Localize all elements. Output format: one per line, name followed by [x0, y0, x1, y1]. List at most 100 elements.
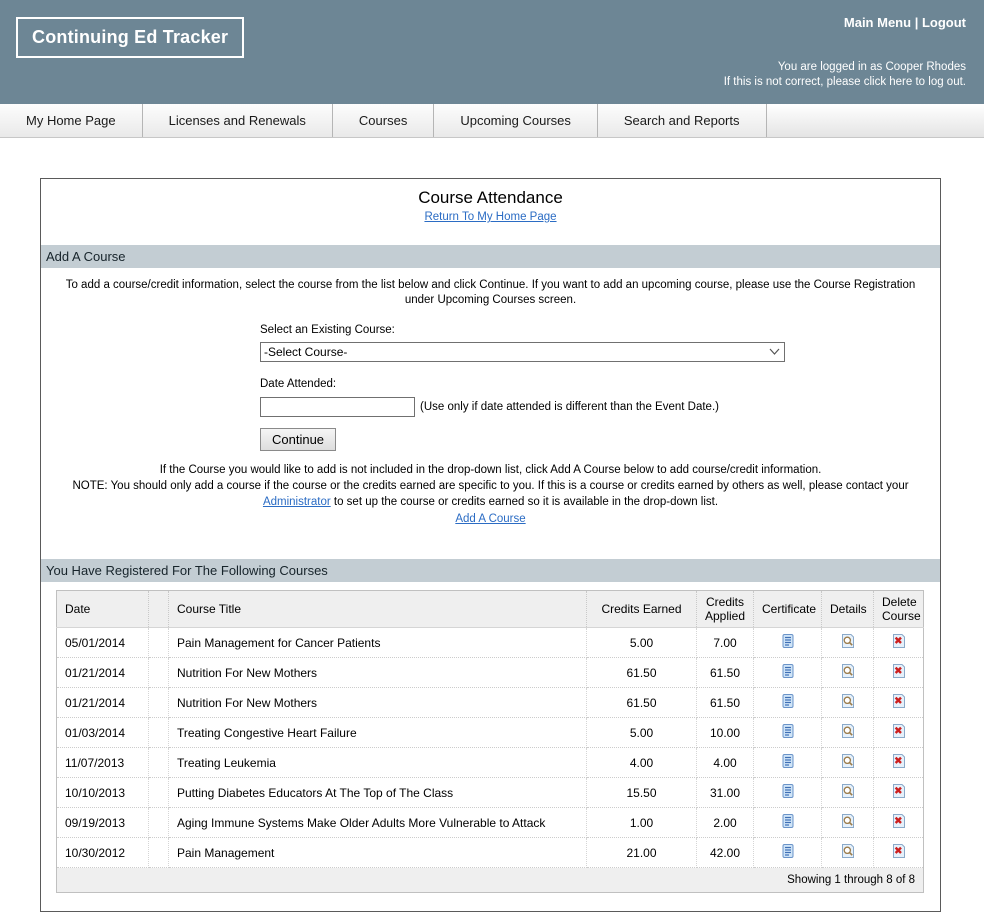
logged-in-user: You are logged in as Cooper Rhodes — [724, 60, 966, 75]
details-icon[interactable] — [840, 813, 856, 829]
add-a-course-link[interactable]: Add A Course — [455, 513, 525, 525]
delete-course-icon[interactable] — [891, 633, 907, 649]
certificate-icon[interactable] — [780, 723, 796, 739]
click-here-link[interactable]: click here — [864, 76, 913, 88]
credits-applied-value: 61.50 — [697, 658, 754, 688]
col-header-certificate: Certificate — [754, 591, 822, 628]
col-header-credits-earned: Credits Earned — [587, 591, 697, 628]
spacer-cell — [149, 808, 169, 838]
logged-in-correction: If this is not correct, please click her… — [724, 75, 966, 90]
delete-course-icon[interactable] — [891, 813, 907, 829]
spacer-cell — [149, 688, 169, 718]
certificate-icon[interactable] — [780, 663, 796, 679]
correction-prefix: If this is not correct, please — [724, 76, 864, 88]
credits-applied-value: 42.00 — [697, 838, 754, 868]
certificate-icon[interactable] — [780, 693, 796, 709]
tab-my-home-page[interactable]: My Home Page — [0, 104, 143, 137]
delete-course-icon[interactable] — [891, 753, 907, 769]
credits-applied-value: 4.00 — [697, 748, 754, 778]
add-course-section-header: Add A Course — [41, 245, 940, 268]
table-row: 01/21/2014 Nutrition For New Mothers 61.… — [57, 688, 924, 718]
course-date: 01/21/2014 — [57, 658, 149, 688]
details-icon[interactable] — [840, 723, 856, 739]
spacer-cell — [149, 838, 169, 868]
details-icon[interactable] — [840, 783, 856, 799]
credits-applied-value: 31.00 — [697, 778, 754, 808]
course-select[interactable]: -Select Course- — [260, 342, 785, 362]
table-row: 09/19/2013 Aging Immune Systems Make Old… — [57, 808, 924, 838]
table-row: 01/03/2014 Treating Congestive Heart Fai… — [57, 718, 924, 748]
credits-earned-value: 5.00 — [587, 718, 697, 748]
add-course-note: If the Course you would like to add is n… — [51, 462, 930, 510]
logout-link[interactable]: Logout — [922, 15, 966, 30]
delete-course-icon[interactable] — [891, 783, 907, 799]
credits-earned-value: 61.50 — [587, 658, 697, 688]
delete-course-icon[interactable] — [891, 843, 907, 859]
return-home-link[interactable]: Return To My Home Page — [424, 211, 556, 223]
course-date: 10/10/2013 — [57, 778, 149, 808]
certificate-icon[interactable] — [780, 633, 796, 649]
credits-earned-value: 15.50 — [587, 778, 697, 808]
content-panel: Course Attendance Return To My Home Page… — [40, 178, 941, 912]
table-row: 05/01/2014 Pain Management for Cancer Pa… — [57, 628, 924, 658]
tab-search-and-reports[interactable]: Search and Reports — [598, 104, 767, 137]
course-date: 05/01/2014 — [57, 628, 149, 658]
course-title: Putting Diabetes Educators At The Top of… — [169, 778, 587, 808]
course-title: Nutrition For New Mothers — [169, 688, 587, 718]
add-course-instructions: To add a course/credit information, sele… — [55, 278, 927, 308]
course-date: 01/21/2014 — [57, 688, 149, 718]
certificate-icon[interactable] — [780, 843, 796, 859]
details-icon[interactable] — [840, 843, 856, 859]
col-header-delete-course: Delete Course — [874, 591, 924, 628]
tab-courses[interactable]: Courses — [333, 104, 434, 137]
details-icon[interactable] — [840, 753, 856, 769]
credits-earned-value: 61.50 — [587, 688, 697, 718]
spacer-cell — [149, 628, 169, 658]
delete-course-icon[interactable] — [891, 723, 907, 739]
details-icon[interactable] — [840, 633, 856, 649]
continue-button[interactable]: Continue — [260, 428, 336, 451]
course-date: 11/07/2013 — [57, 748, 149, 778]
details-icon[interactable] — [840, 693, 856, 709]
paging-status: Showing 1 through 8 of 8 — [57, 868, 924, 893]
date-attended-hint: (Use only if date attended is different … — [420, 401, 719, 413]
main-menu-link[interactable]: Main Menu — [844, 15, 911, 30]
certificate-icon[interactable] — [780, 753, 796, 769]
credits-earned-value: 4.00 — [587, 748, 697, 778]
app-logo: Continuing Ed Tracker — [16, 17, 244, 58]
logged-in-info: You are logged in as Cooper Rhodes If th… — [724, 60, 966, 90]
page-title: Course Attendance — [41, 179, 940, 208]
note-line1: If the Course you would like to add is n… — [160, 464, 822, 476]
link-separator: | — [915, 15, 919, 30]
registered-section-header: You Have Registered For The Following Co… — [41, 559, 940, 582]
table-row: 10/30/2012 Pain Management 21.00 42.00 — [57, 838, 924, 868]
details-icon[interactable] — [840, 663, 856, 679]
col-header-credits-applied: Credits Applied — [697, 591, 754, 628]
spacer-cell — [149, 778, 169, 808]
note-line2-suffix: to set up the course or credits earned s… — [331, 496, 718, 508]
certificate-icon[interactable] — [780, 813, 796, 829]
course-title: Aging Immune Systems Make Older Adults M… — [169, 808, 587, 838]
select-course-label: Select an Existing Course: — [260, 324, 930, 336]
date-attended-label: Date Attended: — [260, 378, 930, 390]
course-title: Pain Management — [169, 838, 587, 868]
credits-earned-value: 21.00 — [587, 838, 697, 868]
administrator-link[interactable]: Administrator — [263, 496, 331, 508]
date-attended-input[interactable] — [260, 397, 415, 417]
delete-course-icon[interactable] — [891, 663, 907, 679]
table-row: 01/21/2014 Nutrition For New Mothers 61.… — [57, 658, 924, 688]
course-title: Treating Congestive Heart Failure — [169, 718, 587, 748]
spacer-cell — [149, 658, 169, 688]
course-date: 01/03/2014 — [57, 718, 149, 748]
header-links: Main Menu | Logout — [844, 15, 966, 30]
credits-earned-value: 1.00 — [587, 808, 697, 838]
col-header-details: Details — [822, 591, 874, 628]
table-row: 10/10/2013 Putting Diabetes Educators At… — [57, 778, 924, 808]
table-footer-row: Showing 1 through 8 of 8 — [57, 868, 924, 893]
app-logo-text: Continuing Ed Tracker — [32, 27, 228, 47]
certificate-icon[interactable] — [780, 783, 796, 799]
delete-course-icon[interactable] — [891, 693, 907, 709]
tab-licenses-and-renewals[interactable]: Licenses and Renewals — [143, 104, 333, 137]
spacer-cell — [149, 748, 169, 778]
tab-upcoming-courses[interactable]: Upcoming Courses — [434, 104, 598, 137]
